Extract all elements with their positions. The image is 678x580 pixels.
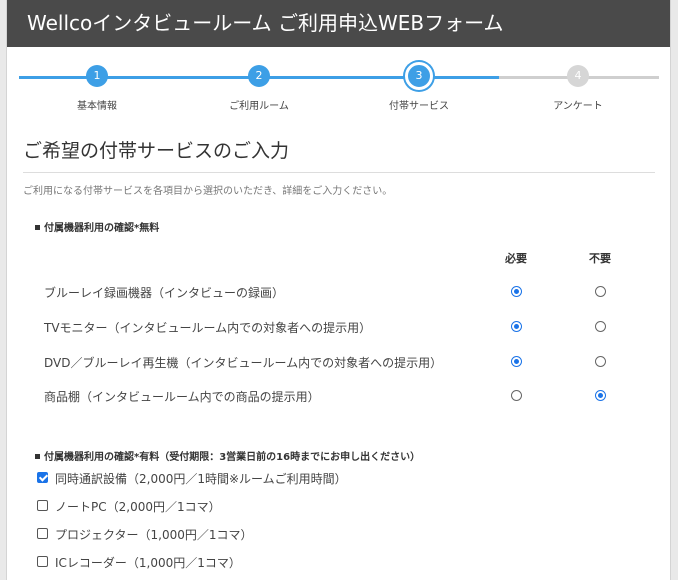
free-equipment-heading-text: 付属機器利用の確認*無料 [44, 223, 160, 234]
progress-stepper: 1 基本情報 2 ご利用ルーム 3 付帯サービス 4 アンケート [7, 47, 670, 117]
equipment-label: DVD／ブルーレイ再生機（インタビュールーム内での対象者への提示用） [44, 356, 443, 370]
section-divider [23, 172, 655, 173]
bullet-square-icon [35, 453, 40, 459]
checkbox[interactable] [37, 528, 48, 539]
step-number: 2 [248, 65, 270, 87]
column-header-need: 必要 [505, 252, 527, 265]
form-frame: Wellcoインタビュールーム ご利用申込WEBフォーム 1 基本情報 2 ご利… [6, 0, 671, 580]
paid-equipment-heading-text: 付属機器利用の確認*有料（受付期限：3営業日前の16時までにお申し出ください） [44, 452, 421, 463]
equipment-label: TVモニター（インタビュールーム内での対象者への提示用） [44, 321, 372, 335]
radio-no-need[interactable] [595, 356, 606, 367]
radio-no-need[interactable] [595, 390, 606, 401]
checkbox[interactable] [37, 556, 48, 567]
step-number: 1 [86, 65, 108, 87]
free-equipment-row: 商品棚（インタビュールーム内での商品の提示用） [7, 386, 670, 406]
step-label: 基本情報 [77, 101, 117, 112]
bullet-square-icon [35, 224, 40, 230]
radio-need[interactable] [511, 321, 522, 332]
column-header-no-need: 不要 [589, 252, 611, 265]
step-number: 4 [567, 65, 589, 87]
section-description: ご利用になる付帯サービスを各項目から選択のいただき、詳細をご入力ください。 [23, 186, 393, 197]
option-label[interactable]: ICレコーダー（1,000円／1コマ） [55, 554, 241, 571]
option-label[interactable]: 同時通訳設備（2,000円／1時間※ルームご利用時間） [55, 470, 347, 487]
step-label: 付帯サービス [389, 101, 449, 112]
radio-need[interactable] [511, 390, 522, 401]
paid-equipment-heading: 付属機器利用の確認*有料（受付期限：3営業日前の16時までにお申し出ください） [35, 448, 420, 463]
checkbox[interactable] [37, 500, 48, 511]
equipment-label: 商品棚（インタビュールーム内での商品の提示用） [44, 390, 320, 404]
checkbox[interactable] [37, 472, 48, 483]
radio-no-need[interactable] [595, 321, 606, 332]
header-bar: Wellcoインタビュールーム ご利用申込WEBフォーム [7, 0, 670, 47]
equipment-label: ブルーレイ録画機器（インタビューの録画） [44, 286, 285, 300]
step-number: 3 [405, 62, 433, 90]
step-label: アンケート [553, 101, 603, 112]
step-label: ご利用ルーム [229, 101, 289, 112]
free-equipment-heading: 付属機器利用の確認*無料 [35, 219, 159, 234]
section-title: ご希望の付帯サービスのご入力 [23, 140, 290, 162]
free-equipment-row: TVモニター（インタビュールーム内での対象者への提示用） [7, 317, 670, 337]
radio-need[interactable] [511, 356, 522, 367]
option-label[interactable]: プロジェクター（1,000円／1コマ） [55, 526, 253, 543]
radio-no-need[interactable] [595, 286, 606, 297]
radio-need[interactable] [511, 286, 522, 297]
page-title: Wellcoインタビュールーム ご利用申込WEBフォーム [27, 11, 504, 35]
free-equipment-row: ブルーレイ録画機器（インタビューの録画） [7, 282, 670, 302]
option-label[interactable]: ノートPC（2,000円／1コマ） [55, 498, 221, 515]
free-equipment-row: DVD／ブルーレイ再生機（インタビュールーム内での対象者への提示用） [7, 352, 670, 372]
